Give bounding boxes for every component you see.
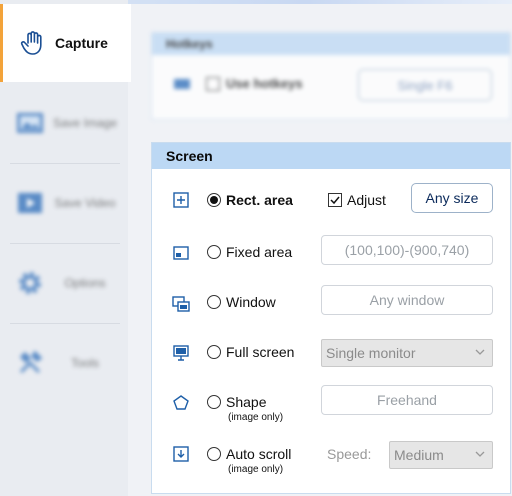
sidebar: Capture Save Image Save Video Options To… bbox=[0, 0, 131, 496]
hotkeys-title: Hotkeys bbox=[152, 33, 510, 55]
any-size-button[interactable]: Any size bbox=[411, 183, 493, 213]
fixed-area-radio[interactable] bbox=[207, 245, 221, 259]
keyboard-icon bbox=[174, 79, 190, 89]
sidebar-item-tools[interactable]: Tools bbox=[0, 324, 128, 402]
full-screen-radio[interactable] bbox=[207, 345, 221, 359]
window-icon bbox=[172, 296, 190, 312]
gear-icon bbox=[14, 267, 46, 299]
screen-title: Screen bbox=[152, 143, 510, 169]
sidebar-item-save-video[interactable]: Save Video bbox=[0, 164, 128, 242]
speed-label: Speed: bbox=[327, 446, 372, 462]
chevron-down-icon bbox=[475, 451, 485, 457]
window-label: Window bbox=[226, 294, 276, 310]
monitor-select-value: Single monitor bbox=[326, 345, 416, 361]
fixed-area-input[interactable]: (100,100)-(900,740) bbox=[321, 235, 493, 265]
sidebar-item-capture[interactable]: Capture bbox=[0, 4, 131, 82]
fixed-area-label: Fixed area bbox=[226, 244, 293, 260]
fixed-area-row: Fixed area (100,100)-(900,740) bbox=[152, 231, 512, 275]
adjust-checkbox[interactable] bbox=[328, 193, 342, 207]
window-input[interactable]: Any window bbox=[321, 285, 493, 315]
auto-scroll-note: (image only) bbox=[228, 464, 284, 475]
fixed-area-icon bbox=[173, 246, 189, 260]
scroll-down-icon bbox=[173, 446, 189, 462]
rect-area-row: Rect. area Adjust Any size bbox=[152, 179, 512, 223]
chevron-down-icon bbox=[475, 349, 485, 355]
adjust-label: Adjust bbox=[347, 192, 386, 208]
shape-label: Shape bbox=[226, 394, 267, 410]
use-hotkeys-label: Use hotkeys bbox=[226, 76, 303, 91]
auto-scroll-label: Auto scroll bbox=[226, 446, 292, 462]
hotkey-button[interactable]: Single F6 bbox=[358, 69, 492, 101]
sidebar-item-label: Capture bbox=[55, 35, 108, 51]
hand-icon bbox=[17, 27, 49, 59]
sidebar-item-label: Tools bbox=[70, 356, 99, 370]
full-screen-row: Full screen Single monitor bbox=[152, 331, 512, 375]
pentagon-icon bbox=[173, 395, 189, 410]
monitor-select[interactable]: Single monitor bbox=[321, 339, 493, 367]
monitor-icon bbox=[173, 345, 189, 361]
screen-panel: Screen Rect. area Adjust Any size Fixed … bbox=[151, 142, 511, 494]
sidebar-item-label: Save Image bbox=[52, 116, 118, 130]
speed-select-value: Medium bbox=[394, 447, 444, 463]
shape-row: Shape (image only) Freehand bbox=[152, 381, 512, 425]
rect-area-icon bbox=[173, 192, 189, 208]
tools-icon bbox=[14, 347, 46, 379]
check-icon bbox=[330, 196, 340, 205]
rect-area-label: Rect. area bbox=[226, 192, 293, 208]
shape-note: (image only) bbox=[228, 412, 284, 423]
auto-scroll-row: Auto scroll (image only) Speed: Medium bbox=[152, 433, 512, 477]
speed-select[interactable]: Medium bbox=[389, 441, 493, 469]
hotkeys-panel: Hotkeys Use hotkeys Single F6 bbox=[151, 32, 511, 120]
shape-radio[interactable] bbox=[207, 395, 221, 409]
shape-input[interactable]: Freehand bbox=[321, 385, 493, 415]
use-hotkeys-checkbox[interactable] bbox=[206, 77, 220, 91]
sidebar-item-label: Save Video bbox=[54, 196, 116, 210]
image-icon bbox=[14, 107, 46, 139]
auto-scroll-radio[interactable] bbox=[207, 447, 221, 461]
window-radio[interactable] bbox=[207, 295, 221, 309]
sidebar-item-save-image[interactable]: Save Image bbox=[0, 84, 128, 162]
rect-area-radio[interactable] bbox=[207, 193, 221, 207]
video-icon bbox=[14, 187, 46, 219]
sidebar-item-label: Options bbox=[64, 276, 106, 290]
window-row: Window Any window bbox=[152, 281, 512, 325]
sidebar-item-options[interactable]: Options bbox=[0, 244, 128, 322]
full-screen-label: Full screen bbox=[226, 344, 295, 360]
